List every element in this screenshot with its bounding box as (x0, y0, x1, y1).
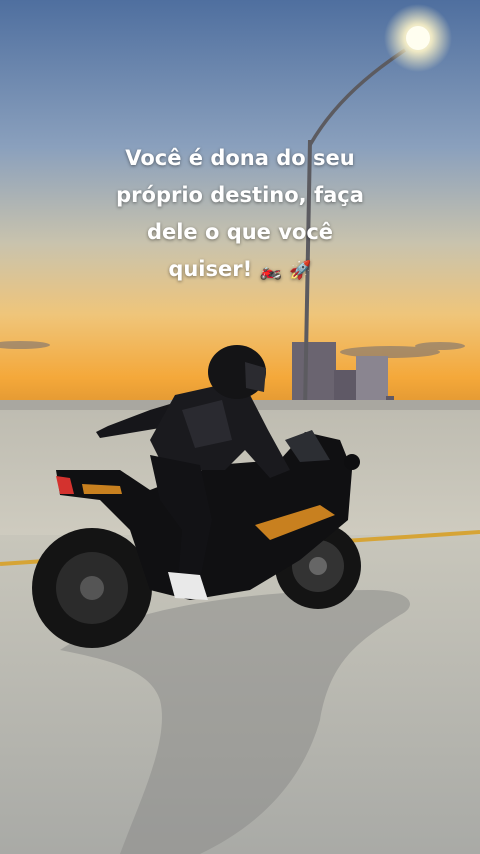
caption-line-4-text: quiser! (168, 257, 253, 281)
rocket-emoji-icon: 🚀 (289, 260, 312, 281)
video-frame: Você é dona do seu próprio destino, faça… (0, 0, 480, 854)
caption-text-block: Você é dona do seu próprio destino, faça… (40, 140, 440, 289)
scene-illustration (0, 0, 480, 854)
caption-line-2: próprio destino, faça (116, 183, 364, 207)
caption-line-4: quiser! 🏍️ 🚀 (40, 251, 440, 289)
motorcycle-emoji-icon: 🏍️ (259, 260, 282, 281)
caption-line-1: Você é dona do seu (125, 146, 355, 170)
caption-line-3: dele o que você (146, 220, 334, 244)
